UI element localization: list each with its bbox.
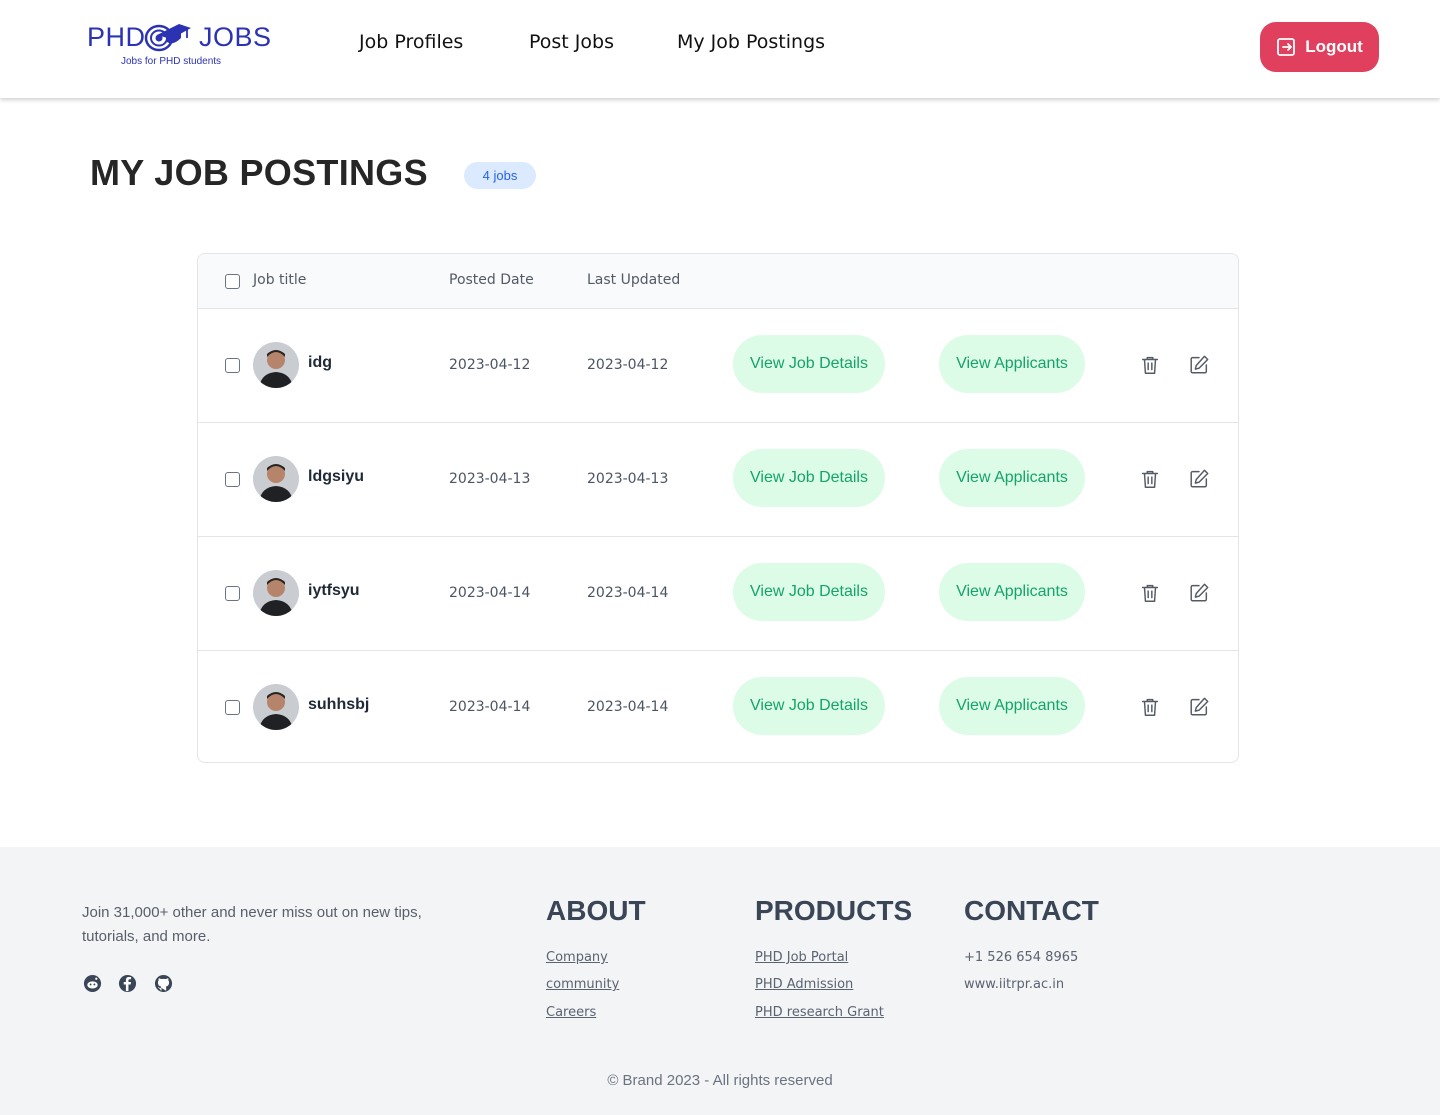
top-navbar: PHD JOBS Jobs for PHD students Job Profi… — [0, 0, 1440, 98]
footer-link-careers[interactable]: Careers — [546, 1005, 596, 1020]
nav-post-jobs[interactable]: Post Jobs — [529, 31, 614, 53]
avatar — [253, 684, 299, 730]
trash-icon[interactable] — [1139, 582, 1161, 604]
table-header: Job title Posted Date Last Updated — [198, 254, 1238, 309]
page-title: MY JOB POSTINGS — [90, 152, 428, 193]
avatar — [253, 342, 299, 388]
last-updated-date: 2023-04-14 — [587, 585, 669, 601]
logout-label: Logout — [1305, 37, 1363, 56]
trash-icon[interactable] — [1139, 468, 1161, 490]
view-job-details-button[interactable]: View Job Details — [733, 677, 885, 735]
edit-icon[interactable] — [1188, 468, 1210, 490]
row-checkbox[interactable] — [225, 586, 240, 601]
job-title: idg — [308, 354, 332, 371]
job-postings-table: Job title Posted Date Last Updated idg 2… — [197, 253, 1239, 763]
trash-icon[interactable] — [1139, 354, 1161, 376]
logo-tagline: Jobs for PHD students — [121, 56, 222, 67]
view-job-details-button[interactable]: View Job Details — [733, 335, 885, 393]
row-checkbox[interactable] — [225, 358, 240, 373]
header-posted-date: Posted Date — [449, 272, 534, 288]
view-applicants-button[interactable]: View Applicants — [939, 449, 1085, 507]
posted-date: 2023-04-12 — [449, 357, 531, 373]
footer-products-heading: PRODUCTS — [755, 895, 913, 926]
job-title: suhhsbj — [308, 696, 370, 713]
trash-icon[interactable] — [1139, 696, 1161, 718]
github-icon[interactable] — [154, 974, 173, 993]
posted-date: 2023-04-13 — [449, 471, 531, 487]
footer-link-company[interactable]: Company — [546, 950, 608, 965]
footer-link-community[interactable]: community — [546, 977, 619, 992]
header-last-updated: Last Updated — [587, 272, 681, 288]
logo-text-jobs: JOBS — [199, 22, 272, 52]
footer-link-phd-admission[interactable]: PHD Admission — [755, 977, 853, 992]
footer-contact-heading: CONTACT — [964, 895, 1099, 926]
avatar — [253, 570, 299, 616]
footer-about-heading: ABOUT — [546, 895, 646, 926]
contact-phone: +1 526 654 8965 — [964, 950, 1079, 965]
view-applicants-button[interactable]: View Applicants — [939, 677, 1085, 735]
avatar — [253, 456, 299, 502]
edit-icon[interactable] — [1188, 582, 1210, 604]
select-all-checkbox[interactable] — [225, 274, 240, 289]
table-row: iytfsyu 2023-04-14 2023-04-14 View Job D… — [198, 537, 1238, 651]
edit-icon[interactable] — [1188, 696, 1210, 718]
contact-website: www.iitrpr.ac.in — [964, 977, 1065, 992]
brand-logo[interactable]: PHD JOBS Jobs for PHD students — [87, 18, 271, 70]
logout-button[interactable]: Logout — [1260, 22, 1379, 72]
row-checkbox[interactable] — [225, 472, 240, 487]
view-applicants-button[interactable]: View Applicants — [939, 335, 1085, 393]
header-job-title: Job title — [253, 272, 307, 288]
last-updated-date: 2023-04-13 — [587, 471, 669, 487]
logo-text-phd: PHD — [87, 22, 146, 52]
reddit-icon[interactable] — [83, 974, 102, 993]
copyright-text: © Brand 2023 - All rights reserved — [607, 1072, 833, 1089]
view-job-details-button[interactable]: View Job Details — [733, 449, 885, 507]
nav-my-job-postings[interactable]: My Job Postings — [677, 31, 825, 53]
last-updated-date: 2023-04-14 — [587, 699, 669, 715]
last-updated-date: 2023-04-12 — [587, 357, 669, 373]
job-title: ldgsiyu — [308, 468, 365, 485]
newsletter-text: Join 31,000+ other and never miss out on… — [82, 904, 422, 945]
table-row: ldgsiyu 2023-04-13 2023-04-13 View Job D… — [198, 423, 1238, 537]
logout-icon — [1277, 38, 1296, 56]
logo-wordmark: PHD JOBS — [87, 22, 271, 53]
posted-date: 2023-04-14 — [449, 699, 531, 715]
table-row: suhhsbj 2023-04-14 2023-04-14 View Job D… — [198, 651, 1238, 762]
nav-job-profiles[interactable]: Job Profiles — [359, 31, 463, 53]
table-row: idg 2023-04-12 2023-04-12 View Job Detai… — [198, 309, 1238, 423]
footer-link-phd-research-grant[interactable]: PHD research Grant — [755, 1005, 884, 1020]
graduation-cap-icon — [144, 24, 191, 52]
site-footer: Join 31,000+ other and never miss out on… — [0, 847, 1440, 1115]
edit-icon[interactable] — [1188, 354, 1210, 376]
job-count-badge: 4 jobs — [464, 162, 536, 189]
job-title: iytfsyu — [308, 582, 360, 599]
view-applicants-button[interactable]: View Applicants — [939, 563, 1085, 621]
view-job-details-button[interactable]: View Job Details — [733, 563, 885, 621]
facebook-icon[interactable] — [118, 974, 137, 993]
posted-date: 2023-04-14 — [449, 585, 531, 601]
row-checkbox[interactable] — [225, 700, 240, 715]
footer-link-phd-job-portal[interactable]: PHD Job Portal — [755, 950, 848, 965]
